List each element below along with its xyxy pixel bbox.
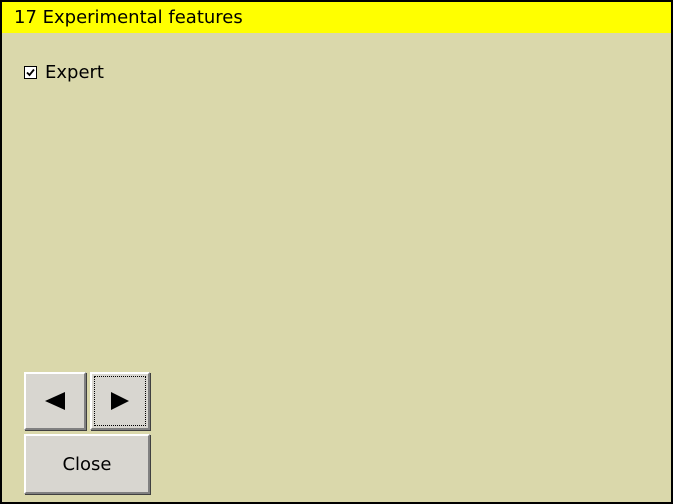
expert-label: Expert — [45, 61, 104, 83]
focus-outline — [94, 376, 146, 426]
dialog-window: 17 Experimental features Expert Close — [0, 0, 673, 504]
left-triangle-icon — [45, 392, 65, 410]
checkmark-icon — [26, 68, 35, 76]
expert-checkbox[interactable] — [24, 65, 37, 79]
close-button[interactable]: Close — [24, 434, 150, 494]
expert-option[interactable]: Expert — [24, 60, 104, 84]
dialog-title: 17 Experimental features — [2, 2, 671, 33]
previous-page-button[interactable] — [24, 372, 86, 430]
next-page-button[interactable] — [90, 372, 150, 430]
